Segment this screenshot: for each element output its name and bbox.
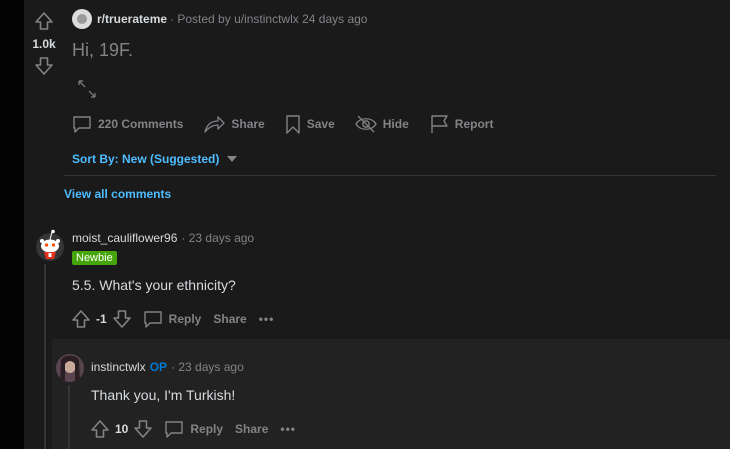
post-container: 1.0k r/truerateme · Posted by u/instinct… bbox=[24, 0, 730, 449]
sort-label: Sort By: New (Suggested) bbox=[72, 152, 220, 166]
comment-actions: 10 Reply Share ••• bbox=[89, 418, 296, 440]
subreddit-icon[interactable] bbox=[72, 9, 92, 29]
downvote-icon[interactable] bbox=[33, 55, 55, 77]
comment-body: 5.5. What's your ethnicity? bbox=[72, 277, 236, 293]
comment-time: · 23 days ago bbox=[171, 360, 244, 374]
save-label: Save bbox=[306, 117, 335, 131]
comment-upvote-icon[interactable] bbox=[89, 418, 111, 440]
comment-author[interactable]: instinctwlx bbox=[91, 360, 146, 374]
flag-icon bbox=[431, 115, 448, 133]
caret-down-icon bbox=[227, 156, 238, 162]
thread-line[interactable] bbox=[68, 385, 70, 449]
post-vote-column: 1.0k bbox=[24, 10, 64, 77]
post-actions: 220 Comments Share Save Hide Report bbox=[72, 114, 513, 134]
hide-button[interactable]: Hide bbox=[355, 114, 409, 134]
comment-upvote-icon[interactable] bbox=[70, 308, 92, 330]
comment-time: · 23 days ago bbox=[181, 231, 255, 245]
comment-icon bbox=[73, 116, 91, 133]
reply-label: Reply bbox=[190, 422, 224, 436]
report-label: Report bbox=[454, 117, 494, 131]
view-all-comments-link[interactable]: View all comments bbox=[64, 187, 171, 201]
save-button[interactable]: Save bbox=[285, 114, 335, 134]
comment-downvote-icon[interactable] bbox=[111, 308, 133, 330]
bookmark-icon bbox=[286, 115, 300, 134]
posted-by: · Posted by u/instinctwlx 24 days ago bbox=[170, 12, 368, 26]
reply-icon bbox=[165, 421, 184, 438]
profile-photo-icon bbox=[56, 354, 84, 382]
comment-score: 10 bbox=[115, 422, 129, 436]
post-score: 1.0k bbox=[32, 37, 56, 51]
comment-body: Thank you, I'm Turkish! bbox=[91, 387, 236, 403]
sort-dropdown[interactable]: Sort By: New (Suggested) bbox=[72, 152, 238, 166]
comment-meta: moist_cauliflower96 · 23 days ago bbox=[72, 231, 254, 245]
post-meta: r/truerateme · Posted by u/instinctwlx 2… bbox=[72, 9, 367, 29]
comments-label: 220 Comments bbox=[98, 117, 184, 131]
comment-share-button[interactable]: Share bbox=[235, 422, 268, 436]
reply-label: Reply bbox=[168, 312, 202, 326]
report-button[interactable]: Report bbox=[429, 114, 494, 134]
share-icon bbox=[204, 116, 226, 133]
thread-line[interactable] bbox=[44, 264, 46, 449]
user-flair-badge: Newbie bbox=[72, 251, 117, 265]
eye-slash-icon bbox=[355, 115, 377, 133]
left-gutter bbox=[0, 0, 24, 449]
more-options-icon[interactable]: ••• bbox=[259, 312, 275, 326]
expand-icon[interactable] bbox=[76, 78, 98, 100]
comment-downvote-icon[interactable] bbox=[132, 418, 154, 440]
comment-actions: -1 Reply Share ••• bbox=[70, 308, 274, 330]
comments-button[interactable]: 220 Comments bbox=[72, 114, 183, 134]
share-button[interactable]: Share bbox=[203, 114, 265, 134]
comment-author[interactable]: moist_cauliflower96 bbox=[72, 231, 177, 245]
reply-button[interactable]: Reply bbox=[143, 309, 202, 329]
reply-button[interactable]: Reply bbox=[164, 419, 223, 439]
snoo-avatar[interactable] bbox=[34, 227, 66, 263]
reply-icon bbox=[143, 311, 162, 328]
share-label: Share bbox=[231, 117, 265, 131]
comment-score: -1 bbox=[96, 312, 107, 326]
more-options-icon[interactable]: ••• bbox=[280, 422, 296, 436]
upvote-icon[interactable] bbox=[33, 10, 55, 32]
post-title: Hi, 19F. bbox=[72, 40, 134, 60]
user-avatar[interactable] bbox=[56, 354, 84, 382]
op-badge: OP bbox=[149, 360, 168, 374]
comment-meta: instinctwlx OP · 23 days ago bbox=[91, 360, 244, 374]
hide-label: Hide bbox=[382, 117, 409, 131]
nested-comment: instinctwlx OP · 23 days ago Thank you, … bbox=[52, 339, 730, 449]
comment-share-button[interactable]: Share bbox=[213, 312, 246, 326]
divider bbox=[64, 175, 716, 176]
subreddit-link[interactable]: r/truerateme bbox=[97, 12, 167, 26]
